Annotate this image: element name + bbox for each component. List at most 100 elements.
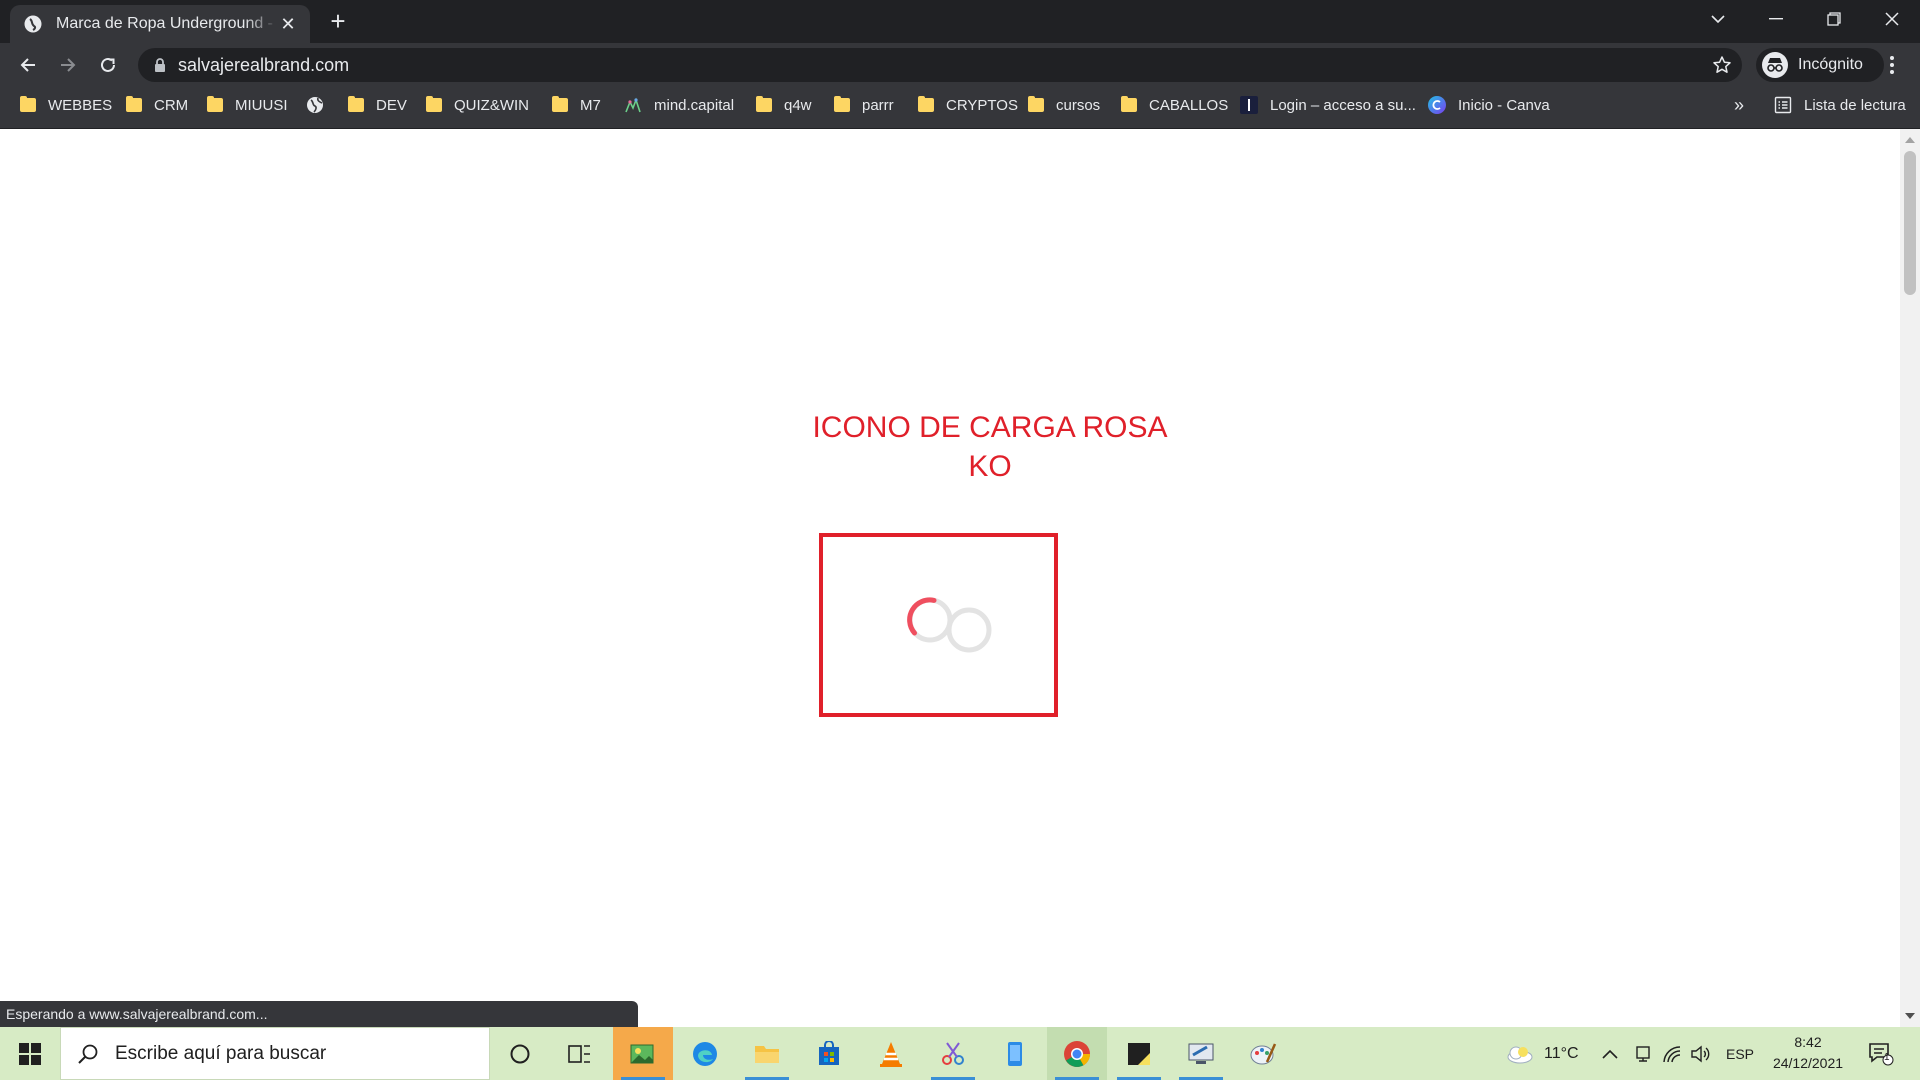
close-window-icon[interactable] <box>1864 0 1920 38</box>
task-view-button[interactable] <box>550 1027 610 1080</box>
mind-capital-icon <box>625 97 641 113</box>
weather-temperature: 11°C <box>1544 1044 1579 1062</box>
sticky-notes-icon <box>1128 1042 1150 1065</box>
task-view-icon <box>568 1044 590 1063</box>
bookmarks-overflow-button[interactable]: » <box>1734 87 1744 123</box>
bookmark-label: Login – acceso a su... <box>1270 96 1416 114</box>
bookmark-mind-capital[interactable]: mind.capital <box>624 87 734 123</box>
image-app-icon <box>630 1044 654 1063</box>
restore-icon[interactable] <box>1806 0 1862 38</box>
language-indicator[interactable]: ESP <box>1726 1027 1754 1080</box>
paint-icon <box>1250 1042 1277 1064</box>
bookmark-cursos[interactable]: cursos <box>1028 87 1100 123</box>
taskbar-app-chrome[interactable] <box>1047 1027 1107 1080</box>
taskbar-app-paint[interactable] <box>1233 1027 1293 1080</box>
remote-desktop-icon <box>1188 1043 1214 1064</box>
notification-center-button[interactable]: 1 <box>1868 1027 1894 1080</box>
back-icon[interactable] <box>12 49 44 81</box>
bookmark-label: q4w <box>784 96 812 114</box>
canva-icon <box>1428 96 1446 114</box>
incognito-badge[interactable]: Incógnito <box>1756 48 1884 82</box>
globe-icon <box>307 97 323 113</box>
tab-strip: Marca de Ropa Underground - Salvaje Real… <box>0 0 1920 43</box>
bookmark-label: CRM <box>154 96 189 114</box>
bookmark-label: Inicio - Canva <box>1458 96 1550 114</box>
taskbar-app-explorer[interactable] <box>737 1027 797 1080</box>
tab-active[interactable]: Marca de Ropa Underground - Salvaje Real… <box>10 5 310 43</box>
page-viewport: ICONO DE CARGA ROSA KO <box>0 129 1900 1027</box>
weather-widget[interactable]: 11°C <box>1506 1027 1579 1080</box>
forward-icon[interactable] <box>52 49 84 81</box>
reload-icon[interactable] <box>92 49 124 81</box>
folder-icon <box>207 96 223 112</box>
tray-overflow-icon[interactable] <box>1602 1027 1618 1080</box>
folder-icon <box>1028 96 1044 112</box>
bookmark-login[interactable]: Login – acceso a su... <box>1240 87 1416 123</box>
cortana-button[interactable] <box>490 1027 550 1080</box>
bookmark-star-icon[interactable] <box>1712 55 1732 75</box>
tab-search-icon[interactable] <box>1690 0 1746 38</box>
scroll-up-icon[interactable] <box>1905 137 1915 143</box>
phone-link-icon <box>1008 1041 1022 1066</box>
minimize-icon[interactable] <box>1748 0 1804 38</box>
bookmark-canva[interactable]: Inicio - Canva <box>1428 87 1550 123</box>
taskbar-app-store[interactable] <box>799 1027 859 1080</box>
scroll-down-icon[interactable] <box>1905 1013 1915 1019</box>
taskbar-app-snip[interactable] <box>923 1027 983 1080</box>
folder-icon <box>918 96 934 112</box>
taskbar-app-sticky[interactable] <box>1109 1027 1169 1080</box>
scroll-thumb[interactable] <box>1904 151 1916 295</box>
bookmark-label: MIUUSI <box>235 96 288 114</box>
bookmark-webbes[interactable]: WEBBES <box>20 87 112 123</box>
annotation-line-1: ICONO DE CARGA ROSA <box>812 411 1168 444</box>
start-button[interactable] <box>0 1027 60 1080</box>
taskbar-app-paint-highlighted[interactable] <box>613 1027 673 1080</box>
bookmarks-bar: WEBBES CRM MIUUSI DEV QUIZ&WIN M7 mind.c… <box>0 87 1920 129</box>
bookmark-crm[interactable]: CRM <box>126 87 188 123</box>
bookmark-label: cursos <box>1056 96 1101 114</box>
bookmark-q4w[interactable]: q4w <box>756 87 812 123</box>
bookmark-m7[interactable]: M7 <box>552 87 601 123</box>
folder-icon <box>426 96 442 112</box>
vlc-icon <box>880 1041 902 1067</box>
reading-list-button[interactable]: Lista de lectura <box>1774 87 1906 123</box>
bookmark-cryptos[interactable]: CRYPTOS <box>918 87 1018 123</box>
device-icon[interactable] <box>1634 1027 1652 1080</box>
address-bar[interactable]: salvajerealbrand.com <box>138 48 1742 82</box>
lock-icon[interactable] <box>152 57 168 73</box>
bookmark-label: M7 <box>580 96 601 114</box>
tab-title: Marca de Ropa Underground - Salvaje Real… <box>56 15 278 32</box>
loading-spinner-icon <box>907 597 992 653</box>
folder-icon <box>20 96 36 112</box>
folder-icon <box>834 96 850 112</box>
bookmark-miuusi[interactable]: MIUUSI <box>207 87 288 123</box>
loading-status-text: Esperando a www.salvajerealbrand.com... <box>0 1001 638 1028</box>
browser-menu-icon[interactable] <box>1880 53 1904 77</box>
bookmark-caballos[interactable]: CABALLOS <box>1121 87 1228 123</box>
taskbar-app-vlc[interactable] <box>861 1027 921 1080</box>
bookmark-parrr[interactable]: parrr <box>834 87 894 123</box>
new-tab-button[interactable]: + <box>324 8 352 36</box>
taskbar-clock[interactable]: 8:42 24/12/2021 <box>1762 1032 1854 1074</box>
volume-icon[interactable] <box>1690 1027 1710 1080</box>
wifi-icon[interactable] <box>1662 1027 1682 1080</box>
folder-icon <box>552 96 568 112</box>
bookmark-globe[interactable] <box>306 87 336 123</box>
page-scrollbar[interactable] <box>1900 129 1920 1027</box>
bookmark-label: CRYPTOS <box>946 96 1018 114</box>
search-placeholder: Escribe aquí para buscar <box>115 1042 327 1064</box>
bookmark-dev[interactable]: DEV <box>348 87 407 123</box>
taskbar-app-phone[interactable] <box>985 1027 1045 1080</box>
edge-icon <box>693 1041 717 1066</box>
bookmark-label: DEV <box>376 96 407 114</box>
taskbar-search-box[interactable]: Escribe aquí para buscar <box>60 1027 490 1080</box>
incognito-icon <box>1762 52 1788 78</box>
snipping-tool-icon <box>942 1041 964 1065</box>
taskbar-app-remote[interactable] <box>1171 1027 1231 1080</box>
taskbar-app-edge[interactable] <box>675 1027 735 1080</box>
tab-close-icon[interactable]: ✕ <box>278 14 298 34</box>
url-text[interactable]: salvajerealbrand.com <box>178 55 349 76</box>
reading-list-icon <box>1774 96 1792 114</box>
notification-icon <box>1869 1042 1894 1065</box>
bookmark-quizwin[interactable]: QUIZ&WIN <box>426 87 529 123</box>
